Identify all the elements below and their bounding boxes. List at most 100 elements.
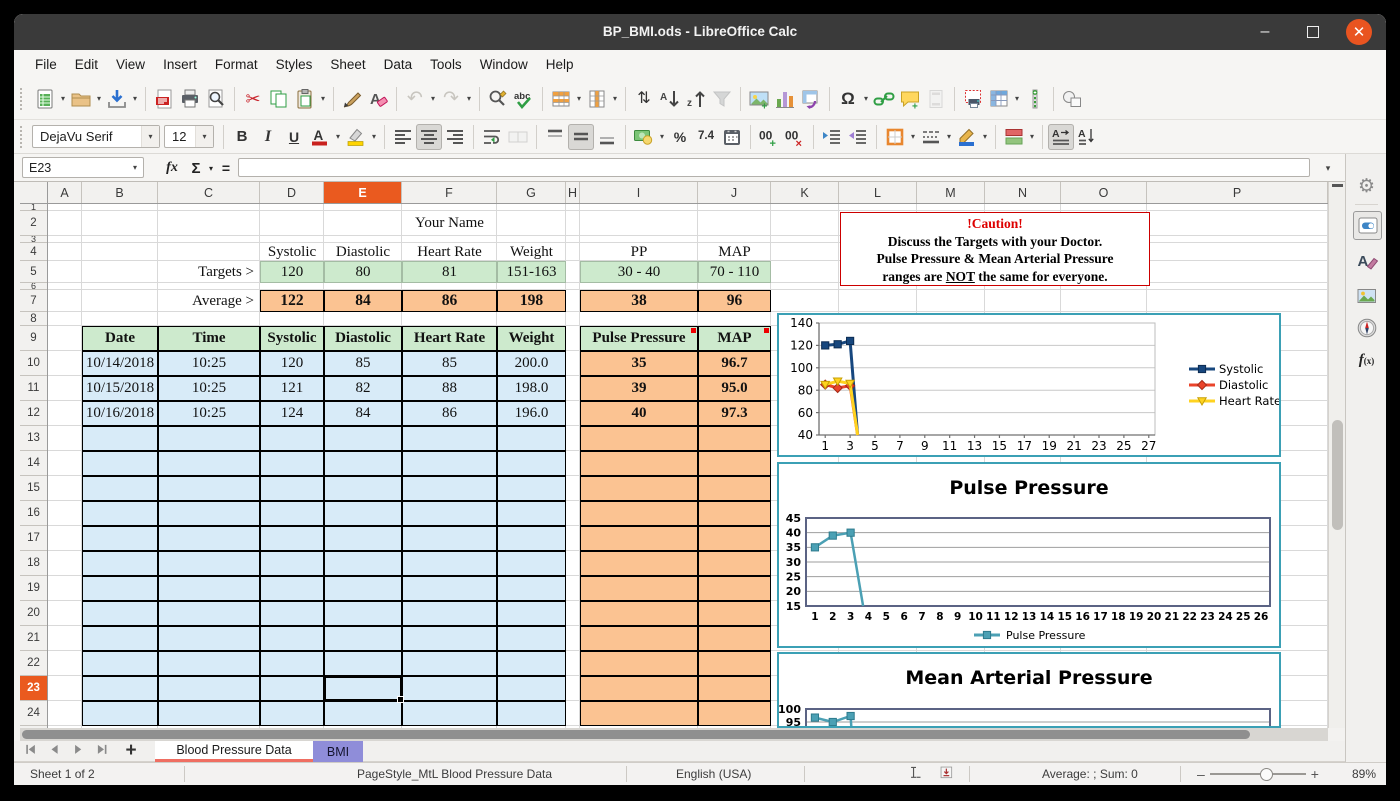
row-header-22[interactable]: 22 — [20, 651, 47, 676]
column-header-K[interactable]: K — [771, 182, 839, 203]
horizontal-scrollbar[interactable] — [20, 728, 1328, 741]
empty-cell-G22[interactable] — [497, 651, 566, 676]
zoom-track[interactable] — [1210, 773, 1306, 775]
date-format-button[interactable] — [719, 124, 745, 150]
wrap-text-button[interactable] — [479, 124, 505, 150]
row-header-2[interactable]: 2 — [20, 211, 47, 236]
font-name-dropdown-icon[interactable]: ▾ — [141, 126, 159, 147]
empty-cell-J21[interactable] — [698, 626, 771, 651]
empty-cell-B14[interactable] — [82, 451, 158, 476]
cell-J10[interactable]: 96.7 — [698, 351, 771, 376]
empty-cell-I17[interactable] — [580, 526, 698, 551]
gallery-button[interactable] — [1353, 282, 1380, 309]
text-ltr-button[interactable]: A — [1048, 124, 1074, 150]
sort-button[interactable]: ⇅ — [631, 86, 657, 112]
empty-cell-I23[interactable] — [580, 676, 698, 701]
cell-B10[interactable]: 10/14/2018 — [82, 351, 158, 376]
sheet-tab-bmi[interactable]: BMI — [313, 741, 363, 762]
cut-button[interactable]: ✂ — [240, 86, 266, 112]
cell-E12[interactable]: 84 — [324, 401, 402, 426]
empty-cell-B19[interactable] — [82, 576, 158, 601]
empty-cell-E20[interactable] — [324, 601, 402, 626]
cell-J7[interactable]: 96 — [698, 290, 771, 312]
cell-E11[interactable]: 82 — [324, 376, 402, 401]
cell-I5[interactable]: 30 - 40 — [580, 261, 698, 283]
empty-cell-G18[interactable] — [497, 551, 566, 576]
chart-blood-pressure[interactable]: 40608010012014013579111315171921232527Sy… — [777, 313, 1281, 457]
delete-decimal-button[interactable]: 00× — [782, 124, 808, 150]
navigator-button[interactable] — [1353, 314, 1380, 341]
spelling-button[interactable]: abc — [511, 86, 537, 112]
empty-cell-B24[interactable] — [82, 701, 158, 726]
save-dropdown-icon[interactable]: ▾ — [130, 86, 140, 112]
zoom-thumb[interactable] — [1260, 768, 1273, 781]
cell-D5[interactable]: 120 — [260, 261, 324, 283]
conditional-formatting-dropdown-icon[interactable]: ▾ — [1027, 124, 1037, 150]
cell-I4[interactable]: PP — [580, 243, 698, 261]
minimize-button[interactable]: – — [1252, 19, 1278, 45]
cell-E5[interactable]: 80 — [324, 261, 402, 283]
font-color-button[interactable]: A — [307, 124, 333, 150]
empty-cell-F20[interactable] — [402, 601, 497, 626]
autosum-button[interactable]: Σ — [186, 154, 206, 182]
menu-help[interactable]: Help — [537, 54, 583, 75]
empty-cell-C22[interactable] — [158, 651, 260, 676]
borders-dropdown-icon[interactable]: ▾ — [908, 124, 918, 150]
font-color-dropdown-icon[interactable]: ▾ — [333, 124, 343, 150]
cell-F10[interactable]: 85 — [402, 351, 497, 376]
column-header-L[interactable]: L — [839, 182, 917, 203]
empty-cell-F15[interactable] — [402, 476, 497, 501]
empty-cell-J16[interactable] — [698, 501, 771, 526]
row-header-15[interactable]: 15 — [20, 476, 47, 501]
column-header-E[interactable]: E — [324, 182, 402, 203]
column-header-C[interactable]: C — [158, 182, 260, 203]
empty-cell-E19[interactable] — [324, 576, 402, 601]
empty-cell-D19[interactable] — [260, 576, 324, 601]
empty-cell-F17[interactable] — [402, 526, 497, 551]
functions-button[interactable]: f(x) — [1353, 347, 1380, 374]
cell-F9[interactable]: Heart Rate — [402, 326, 497, 351]
empty-cell-C21[interactable] — [158, 626, 260, 651]
row-header-16[interactable]: 16 — [20, 501, 47, 526]
add-sheet-button[interactable]: + — [118, 741, 144, 761]
add-decimal-button[interactable]: 00+ — [756, 124, 782, 150]
menu-format[interactable]: Format — [206, 54, 267, 75]
split-handle[interactable] — [1332, 184, 1343, 187]
empty-cell-G16[interactable] — [497, 501, 566, 526]
fill-handle[interactable] — [397, 696, 404, 703]
percent-button[interactable]: % — [667, 124, 693, 150]
row-header-10[interactable]: 10 — [20, 351, 47, 376]
empty-cell-F24[interactable] — [402, 701, 497, 726]
empty-cell-E22[interactable] — [324, 651, 402, 676]
cell-C12[interactable]: 10:25 — [158, 401, 260, 426]
empty-cell-I13[interactable] — [580, 426, 698, 451]
borders-button[interactable] — [882, 124, 908, 150]
empty-cell-F16[interactable] — [402, 501, 497, 526]
menu-file[interactable]: File — [26, 54, 66, 75]
column-header-D[interactable]: D — [260, 182, 324, 203]
menu-insert[interactable]: Insert — [154, 54, 206, 75]
empty-cell-G19[interactable] — [497, 576, 566, 601]
column-header-I[interactable]: I — [580, 182, 698, 203]
page-style[interactable]: PageStyle_MtL Blood Pressure Data — [357, 763, 552, 785]
row-header-9[interactable]: 9 — [20, 326, 47, 351]
align-top-button[interactable] — [542, 124, 568, 150]
special-character-button[interactable]: Ω — [835, 86, 861, 112]
row-header-20[interactable]: 20 — [20, 601, 47, 626]
empty-cell-E21[interactable] — [324, 626, 402, 651]
cell-G10[interactable]: 200.0 — [497, 351, 566, 376]
empty-cell-C23[interactable] — [158, 676, 260, 701]
empty-cell-J18[interactable] — [698, 551, 771, 576]
empty-cell-B20[interactable] — [82, 601, 158, 626]
cell-J4[interactable]: MAP — [698, 243, 771, 261]
pivot-table-button[interactable] — [798, 86, 824, 112]
cell-G5[interactable]: 151-163 — [497, 261, 566, 283]
menu-view[interactable]: View — [107, 54, 154, 75]
insert-chart-button[interactable] — [772, 86, 798, 112]
paste-dropdown-icon[interactable]: ▾ — [318, 86, 328, 112]
hyperlink-button[interactable] — [871, 86, 897, 112]
cell-C5[interactable]: Targets > — [158, 261, 260, 283]
underline-button[interactable]: U — [281, 124, 307, 150]
empty-cell-B17[interactable] — [82, 526, 158, 551]
empty-cell-F18[interactable] — [402, 551, 497, 576]
